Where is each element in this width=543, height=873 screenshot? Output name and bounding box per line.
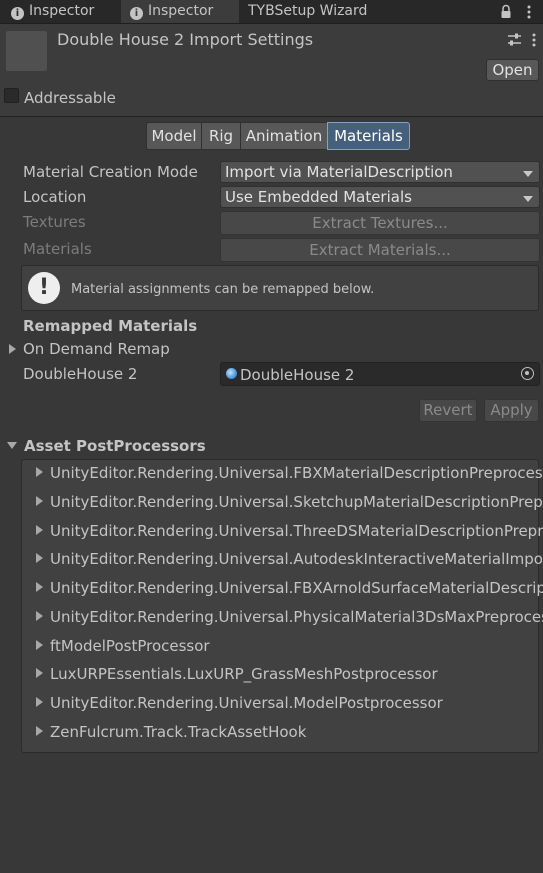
remapped-materials-header: Remapped Materials: [23, 317, 198, 335]
foldout-arrow-icon: [36, 697, 43, 707]
object-picker-icon[interactable]: [521, 367, 534, 380]
list-item[interactable]: UnityEditor.Rendering.Universal.FBXArnol…: [36, 579, 543, 599]
materials-label: Materials: [23, 240, 92, 258]
help-text: Material assignments can be remapped bel…: [71, 282, 375, 297]
list-item[interactable]: UnityEditor.Rendering.Universal.Autodesk…: [36, 550, 543, 570]
more-menu-icon[interactable]: [527, 5, 531, 19]
info-icon: i: [130, 7, 143, 20]
foldout-arrow-icon: [36, 553, 43, 563]
asset-thumbnail: [6, 31, 47, 71]
foldout-arrow-icon: [36, 640, 43, 650]
list-item[interactable]: UnityEditor.Rendering.Universal.FBXMater…: [36, 464, 543, 484]
tab-materials[interactable]: Materials: [327, 122, 410, 150]
list-item[interactable]: LuxURPEssentials.LuxURP_GrassMeshPostpro…: [36, 665, 543, 685]
foldout-arrow-icon: [36, 582, 43, 592]
material-creation-mode-label: Material Creation Mode: [23, 163, 198, 181]
foldout-arrow-icon[interactable]: [9, 344, 16, 354]
chevron-down-icon: [523, 171, 533, 177]
foldout-arrow-icon: [36, 467, 43, 477]
header-menu-icon[interactable]: [532, 33, 536, 47]
lock-icon[interactable]: [500, 4, 512, 19]
remap-item-label: DoubleHouse 2: [23, 365, 138, 383]
list-item[interactable]: UnityEditor.Rendering.Universal.Physical…: [36, 608, 543, 628]
foldout-arrow-icon: [36, 496, 43, 506]
chevron-down-icon: [523, 196, 533, 202]
foldout-arrow-icon: [36, 525, 43, 535]
tab-animation[interactable]: Animation: [240, 122, 328, 150]
revert-button[interactable]: Revert: [419, 399, 477, 422]
location-dropdown[interactable]: Use Embedded Materials: [220, 186, 540, 208]
tab-tybsetup-wizard[interactable]: TYBSetup Wizard: [248, 0, 367, 23]
list-item[interactable]: ftModelPostProcessor: [36, 637, 543, 657]
foldout-open-icon[interactable]: [7, 442, 17, 449]
tab-inspector-2[interactable]: i Inspector: [121, 0, 239, 23]
location-label: Location: [23, 188, 87, 206]
extract-textures-button[interactable]: Extract Textures...: [220, 211, 540, 235]
tab-rig[interactable]: Rig: [201, 122, 241, 150]
addressable-label: Addressable: [24, 89, 116, 107]
info-icon: i: [11, 7, 24, 20]
object-field-value: DoubleHouse 2: [240, 366, 355, 384]
tab-label: Inspector: [29, 3, 95, 19]
on-demand-remap-foldout[interactable]: On Demand Remap: [23, 340, 170, 358]
material-creation-mode-dropdown[interactable]: Import via MaterialDescription: [220, 161, 540, 183]
textures-label: Textures: [23, 213, 86, 231]
tab-label: Inspector: [148, 3, 214, 19]
list-item[interactable]: ZenFulcrum.Track.TrackAssetHook: [36, 723, 543, 743]
tab-label: TYBSetup Wizard: [248, 3, 368, 19]
foldout-arrow-icon: [36, 668, 43, 678]
list-item[interactable]: UnityEditor.Rendering.Universal.ModelPos…: [36, 694, 543, 714]
preset-settings-icon[interactable]: [507, 33, 522, 47]
dropdown-value: Use Embedded Materials: [225, 188, 412, 206]
addressable-checkbox[interactable]: [4, 88, 19, 103]
asset-postprocessors-header[interactable]: Asset PostProcessors: [24, 437, 206, 455]
warning-icon: !: [28, 272, 60, 304]
foldout-arrow-icon: [36, 726, 43, 736]
page-title: Double House 2 Import Settings: [57, 30, 314, 49]
dropdown-value: Import via MaterialDescription: [225, 163, 453, 181]
foldout-arrow-icon: [36, 611, 43, 621]
list-item[interactable]: UnityEditor.Rendering.Universal.ThreeDSM…: [36, 522, 543, 542]
open-button[interactable]: Open: [486, 59, 539, 81]
apply-button[interactable]: Apply: [484, 399, 539, 422]
tab-inspector-1[interactable]: i Inspector: [11, 0, 94, 23]
list-item[interactable]: UnityEditor.Rendering.Universal.Sketchup…: [36, 493, 543, 513]
tab-model[interactable]: Model: [146, 122, 202, 150]
material-icon: [226, 368, 237, 379]
extract-materials-button[interactable]: Extract Materials...: [220, 238, 540, 262]
